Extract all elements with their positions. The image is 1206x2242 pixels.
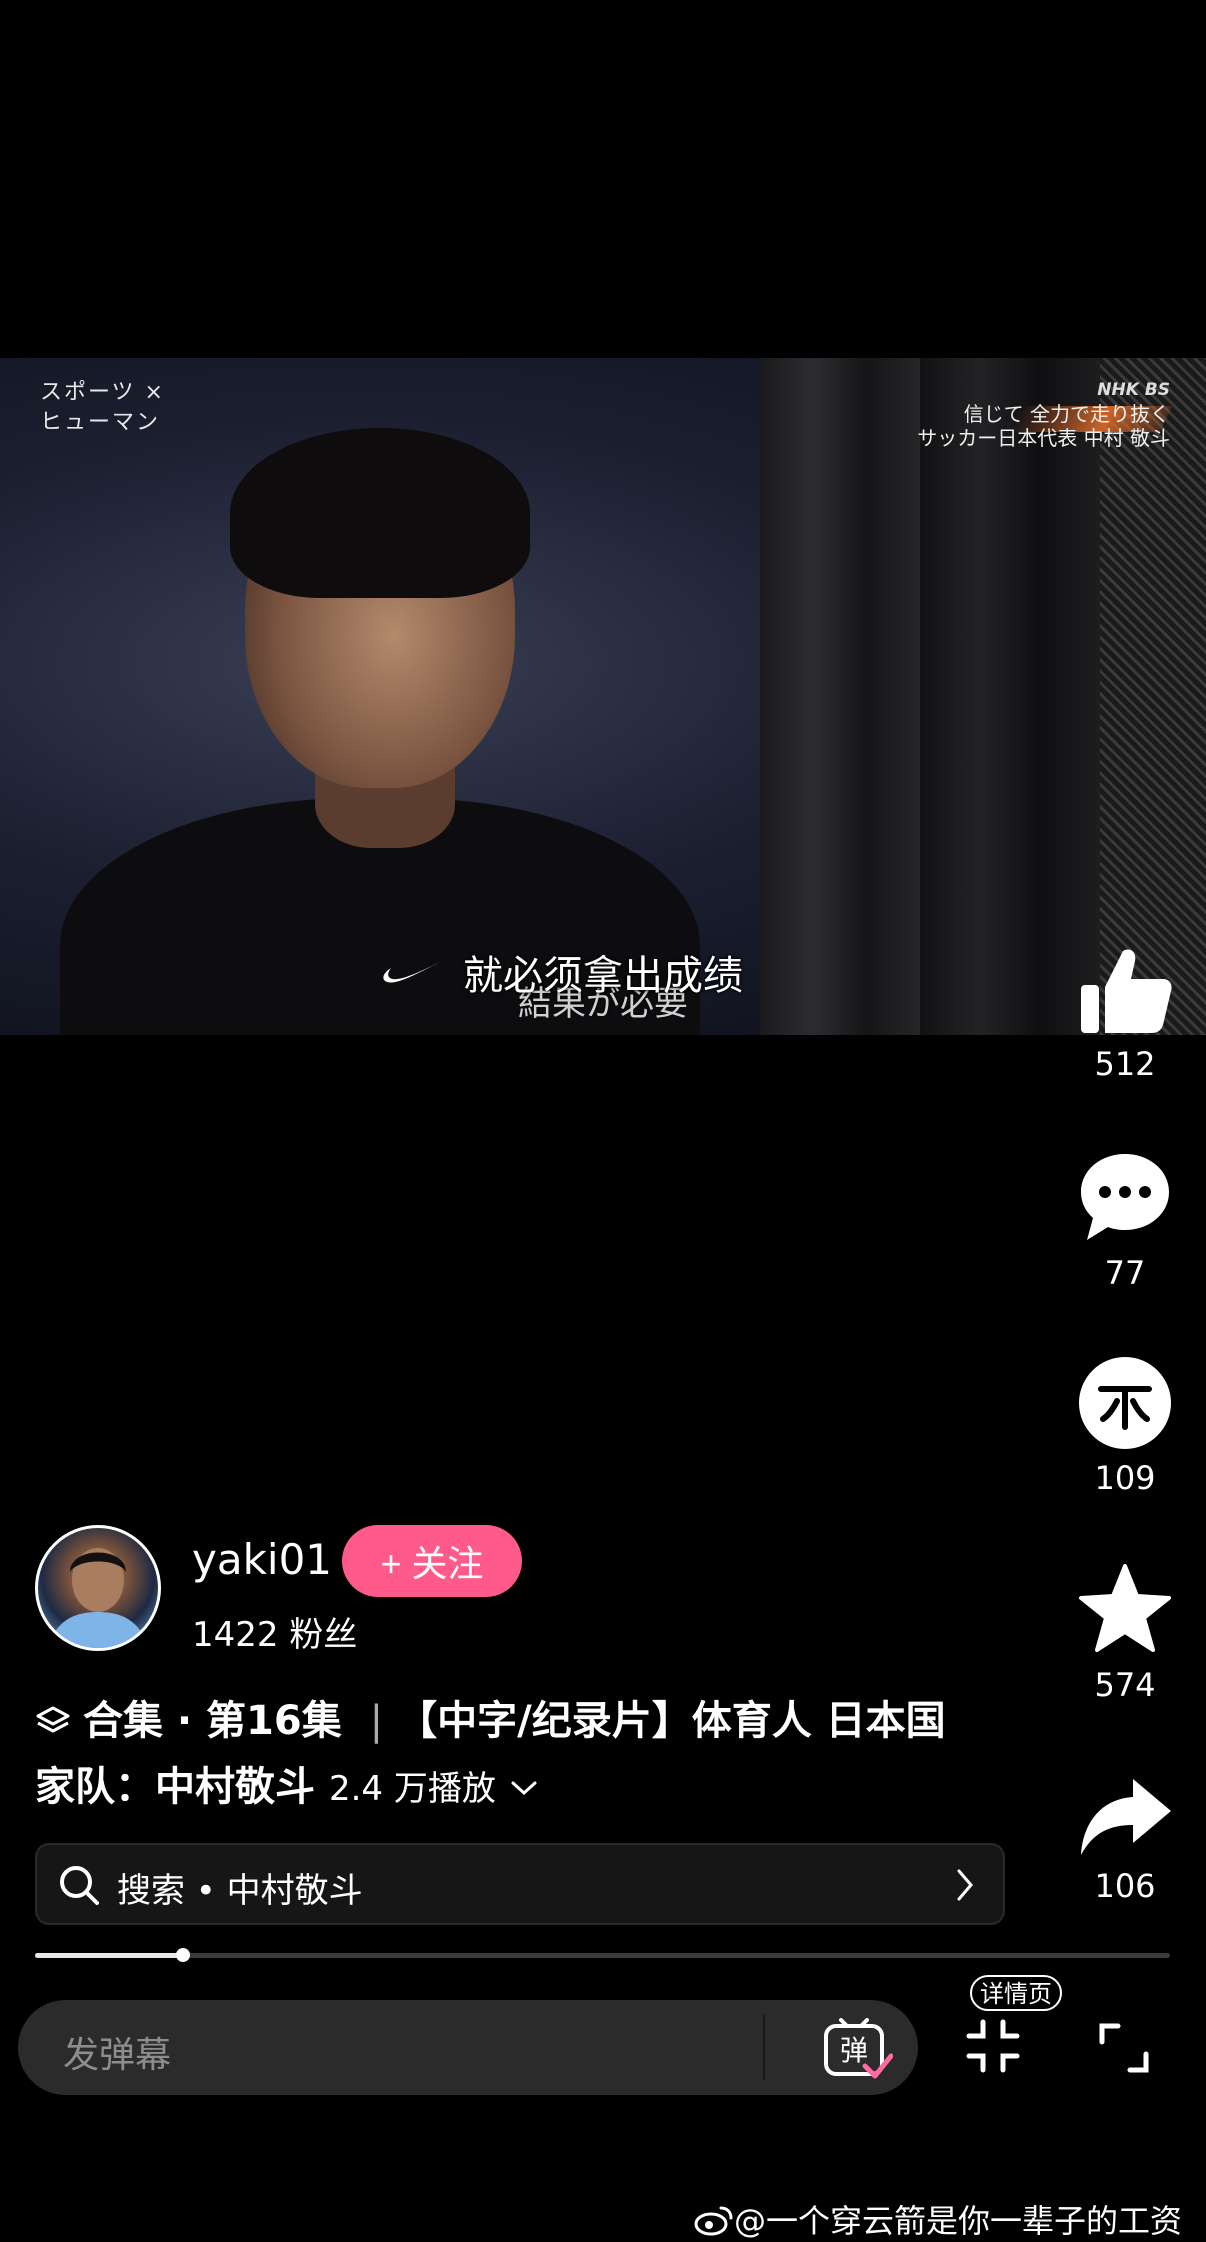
- play-count: 2.4 万播放: [328, 1769, 496, 1809]
- danmaku-toggle[interactable]: 弹: [823, 2018, 894, 2079]
- progress-track[interactable]: [35, 1953, 1170, 1958]
- separator: |: [369, 1698, 384, 1744]
- exit-fullscreen-icon[interactable]: [965, 2018, 1021, 2074]
- thumbs-up-icon: [1081, 949, 1172, 1033]
- collection-layers-icon: [36, 1706, 70, 1733]
- progress-scrubber[interactable]: [176, 1948, 190, 1962]
- weibo-logo-icon: [694, 2206, 733, 2236]
- coin-button[interactable]: 109: [1070, 1355, 1180, 1497]
- mesh-panel: [1100, 358, 1206, 1035]
- caption-line-2: サッカー日本代表 中村 敬斗: [917, 426, 1170, 450]
- video-player[interactable]: スポーツ × ヒューマン NHK BS 信じて 全力で走り抜く サッカー日本代表…: [0, 358, 1206, 1035]
- follow-button[interactable]: + 关注: [342, 1525, 522, 1597]
- broadcaster-logo: NHK BS: [1097, 380, 1170, 400]
- divider: [763, 2015, 765, 2080]
- comment-button[interactable]: 77: [1070, 1150, 1180, 1292]
- watermark: @一个穿云箭是你一辈子的工资: [694, 2196, 1182, 2242]
- person-hair: [230, 428, 530, 598]
- favorite-button[interactable]: 574: [1070, 1562, 1180, 1704]
- show-logo: スポーツ × ヒューマン: [40, 380, 165, 435]
- description-line-1: 合集 · 第16集 | 【中字/纪录片】体育人 日本国: [35, 1688, 1015, 1754]
- chevron-right-icon: [957, 1869, 973, 1901]
- avatar[interactable]: [35, 1525, 161, 1651]
- star-icon: [1079, 1564, 1171, 1652]
- video-title-part-2: 家队：中村敬斗: [35, 1764, 315, 1810]
- watermark-text: @一个穿云箭是你一辈子的工资: [733, 2202, 1182, 2240]
- coin-icon: [1079, 1357, 1171, 1449]
- avatar-portrait: [48, 1548, 148, 1648]
- like-count: 512: [1094, 1045, 1156, 1083]
- curtain-left: [760, 358, 920, 1035]
- fans-count: 1422 粉丝: [192, 1615, 358, 1655]
- subtitle-translation: 就必须拿出成绩: [463, 953, 743, 999]
- share-arrow-icon: [1081, 1779, 1171, 1855]
- search-bar[interactable]: 搜索 • 中村敬斗: [35, 1843, 1005, 1925]
- like-button[interactable]: 512: [1070, 945, 1180, 1083]
- video-title-part-1: 【中字/纪录片】体育人 日本国: [397, 1698, 946, 1744]
- search-icon: [60, 1866, 99, 1905]
- detail-page-label[interactable]: 详情页: [970, 1975, 1062, 2011]
- danmaku-toggle-icon: 弹: [824, 2018, 894, 2079]
- author-username[interactable]: yaki01: [192, 1535, 332, 1584]
- share-count: 106: [1094, 1867, 1156, 1905]
- description-line-2: 家队：中村敬斗 2.4 万播放: [35, 1754, 1015, 1822]
- curtain-right: [920, 358, 1100, 1035]
- danmaku-placeholder: 发弹幕: [63, 2035, 172, 2076]
- danmaku-input[interactable]: 发弹幕 弹: [18, 2000, 918, 2095]
- chevron-down-icon[interactable]: [510, 1778, 538, 1798]
- comment-count: 77: [1104, 1254, 1146, 1292]
- collection-label[interactable]: 合集 · 第16集: [83, 1698, 342, 1744]
- progress-fill: [35, 1953, 183, 1958]
- search-suggestion: 搜索 • 中村敬斗: [117, 1871, 363, 1911]
- video-description[interactable]: 合集 · 第16集 | 【中字/纪录片】体育人 日本国 家队：中村敬斗 2.4 万…: [35, 1688, 1015, 1822]
- coin-count: 109: [1094, 1459, 1156, 1497]
- favorite-count: 574: [1094, 1666, 1156, 1704]
- comment-bubble-icon: [1081, 1154, 1169, 1240]
- share-button[interactable]: 106: [1070, 1775, 1180, 1905]
- fullscreen-icon[interactable]: [1098, 2022, 1150, 2074]
- broadcast-caption: NHK BS 信じて 全力で走り抜く サッカー日本代表 中村 敬斗: [917, 378, 1170, 450]
- caption-line-1: 信じて 全力で走り抜く: [963, 402, 1170, 426]
- danmaku-icon-label: 弹: [840, 2034, 868, 2067]
